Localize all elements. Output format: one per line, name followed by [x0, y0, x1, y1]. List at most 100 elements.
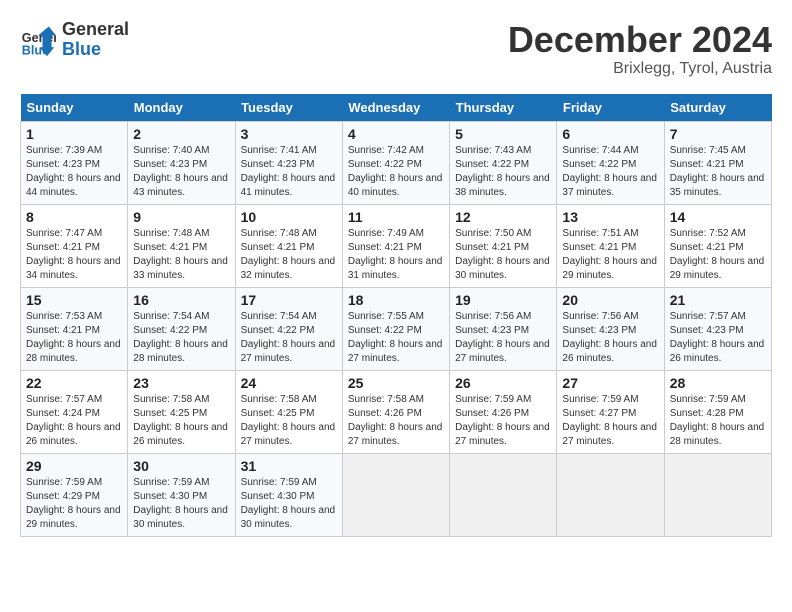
day-info: Sunrise: 7:59 AMSunset: 4:28 PMDaylight:… — [670, 393, 766, 449]
column-header-monday: Monday — [128, 94, 235, 122]
calendar-cell — [557, 453, 664, 536]
calendar-cell: 5 Sunrise: 7:43 AMSunset: 4:22 PMDaylight… — [450, 121, 557, 204]
day-number: 1 — [26, 126, 122, 142]
day-number: 6 — [562, 126, 658, 142]
location-subtitle: Brixlegg, Tyrol, Austria — [508, 60, 772, 78]
day-info: Sunrise: 7:41 AMSunset: 4:23 PMDaylight:… — [241, 144, 337, 200]
day-info: Sunrise: 7:59 AMSunset: 4:30 PMDaylight:… — [241, 476, 337, 532]
logo-line2: Blue — [62, 39, 101, 59]
month-title: December 2024 — [508, 20, 772, 60]
column-header-saturday: Saturday — [664, 94, 771, 122]
calendar-cell: 16Sunrise: 7:54 AMSunset: 4:22 PMDayligh… — [128, 287, 235, 370]
day-number: 24 — [241, 375, 337, 391]
day-info: Sunrise: 7:49 AMSunset: 4:21 PMDaylight:… — [348, 227, 444, 283]
day-info: Sunrise: 7:54 AMSunset: 4:22 PMDaylight:… — [133, 310, 229, 366]
day-number: 20 — [562, 292, 658, 308]
day-number: 22 — [26, 375, 122, 391]
day-info: Sunrise: 7:58 AMSunset: 4:25 PMDaylight:… — [241, 393, 337, 449]
day-info: Sunrise: 7:56 AMSunset: 4:23 PMDaylight:… — [455, 310, 551, 366]
day-info: Sunrise: 7:39 AMSunset: 4:23 PMDaylight:… — [26, 144, 122, 200]
day-number: 15 — [26, 292, 122, 308]
day-info: Sunrise: 7:40 AMSunset: 4:23 PMDaylight:… — [133, 144, 229, 200]
day-info: Sunrise: 7:57 AMSunset: 4:24 PMDaylight:… — [26, 393, 122, 449]
day-info: Sunrise: 7:45 AMSunset: 4:21 PMDaylight:… — [670, 144, 766, 200]
calendar-cell — [450, 453, 557, 536]
calendar-cell — [342, 453, 449, 536]
calendar-cell: 20Sunrise: 7:56 AMSunset: 4:23 PMDayligh… — [557, 287, 664, 370]
day-info: Sunrise: 7:54 AMSunset: 4:22 PMDaylight:… — [241, 310, 337, 366]
calendar-cell: 28 Sunrise: 7:59 AMSunset: 4:28 PMDayligh… — [664, 370, 771, 453]
day-number: 26 — [455, 375, 551, 391]
day-number: 5 — [455, 126, 551, 142]
day-number: 9 — [133, 209, 229, 225]
calendar-cell: 26 Sunrise: 7:59 AMSunset: 4:26 PMDayligh… — [450, 370, 557, 453]
day-info: Sunrise: 7:42 AMSunset: 4:22 PMDaylight:… — [348, 144, 444, 200]
logo: General Blue General Blue — [20, 20, 129, 60]
calendar-cell: 21 Sunrise: 7:57 AMSunset: 4:23 PMDayligh… — [664, 287, 771, 370]
day-info: Sunrise: 7:44 AMSunset: 4:22 PMDaylight:… — [562, 144, 658, 200]
day-number: 30 — [133, 458, 229, 474]
day-number: 2 — [133, 126, 229, 142]
day-number: 28 — [670, 375, 766, 391]
day-number: 19 — [455, 292, 551, 308]
calendar-cell: 22 Sunrise: 7:57 AMSunset: 4:24 PMDayligh… — [21, 370, 128, 453]
calendar-cell — [664, 453, 771, 536]
day-info: Sunrise: 7:48 AMSunset: 4:21 PMDaylight:… — [133, 227, 229, 283]
calendar-cell: 11 Sunrise: 7:49 AMSunset: 4:21 PMDayligh… — [342, 204, 449, 287]
day-info: Sunrise: 7:59 AMSunset: 4:30 PMDaylight:… — [133, 476, 229, 532]
day-number: 12 — [455, 209, 551, 225]
day-number: 18 — [348, 292, 444, 308]
calendar-cell: 2 Sunrise: 7:40 AMSunset: 4:23 PMDaylight… — [128, 121, 235, 204]
day-number: 21 — [670, 292, 766, 308]
day-info: Sunrise: 7:51 AMSunset: 4:21 PMDaylight:… — [562, 227, 658, 283]
calendar-cell: 8Sunrise: 7:47 AMSunset: 4:21 PMDaylight… — [21, 204, 128, 287]
calendar-cell: 1 Sunrise: 7:39 AMSunset: 4:23 PMDaylight… — [21, 121, 128, 204]
day-number: 23 — [133, 375, 229, 391]
day-info: Sunrise: 7:52 AMSunset: 4:21 PMDaylight:… — [670, 227, 766, 283]
calendar-week-row: 15 Sunrise: 7:53 AMSunset: 4:21 PMDayligh… — [21, 287, 772, 370]
day-info: Sunrise: 7:43 AMSunset: 4:22 PMDaylight:… — [455, 144, 551, 200]
calendar-cell: 13Sunrise: 7:51 AMSunset: 4:21 PMDayligh… — [557, 204, 664, 287]
calendar-week-row: 22 Sunrise: 7:57 AMSunset: 4:24 PMDayligh… — [21, 370, 772, 453]
column-header-tuesday: Tuesday — [235, 94, 342, 122]
calendar-week-row: 8Sunrise: 7:47 AMSunset: 4:21 PMDaylight… — [21, 204, 772, 287]
calendar-cell: 29Sunrise: 7:59 AMSunset: 4:29 PMDayligh… — [21, 453, 128, 536]
day-info: Sunrise: 7:48 AMSunset: 4:21 PMDaylight:… — [241, 227, 337, 283]
column-header-sunday: Sunday — [21, 94, 128, 122]
logo-text: General Blue — [62, 20, 129, 60]
header: General Blue General Blue December 2024 … — [20, 20, 772, 78]
calendar-cell: 24 Sunrise: 7:58 AMSunset: 4:25 PMDayligh… — [235, 370, 342, 453]
day-number: 14 — [670, 209, 766, 225]
calendar-cell: 9 Sunrise: 7:48 AMSunset: 4:21 PMDaylight… — [128, 204, 235, 287]
calendar-cell: 15 Sunrise: 7:53 AMSunset: 4:21 PMDayligh… — [21, 287, 128, 370]
day-number: 17 — [241, 292, 337, 308]
day-number: 4 — [348, 126, 444, 142]
calendar-cell: 31 Sunrise: 7:59 AMSunset: 4:30 PMDayligh… — [235, 453, 342, 536]
column-header-wednesday: Wednesday — [342, 94, 449, 122]
day-info: Sunrise: 7:59 AMSunset: 4:27 PMDaylight:… — [562, 393, 658, 449]
logo-line1: General — [62, 20, 129, 40]
calendar-cell: 17 Sunrise: 7:54 AMSunset: 4:22 PMDayligh… — [235, 287, 342, 370]
calendar-cell: 18 Sunrise: 7:55 AMSunset: 4:22 PMDayligh… — [342, 287, 449, 370]
calendar-cell: 10 Sunrise: 7:48 AMSunset: 4:21 PMDayligh… — [235, 204, 342, 287]
calendar-cell: 30 Sunrise: 7:59 AMSunset: 4:30 PMDayligh… — [128, 453, 235, 536]
day-info: Sunrise: 7:58 AMSunset: 4:25 PMDaylight:… — [133, 393, 229, 449]
day-number: 31 — [241, 458, 337, 474]
title-area: December 2024 Brixlegg, Tyrol, Austria — [508, 20, 772, 78]
day-info: Sunrise: 7:53 AMSunset: 4:21 PMDaylight:… — [26, 310, 122, 366]
day-info: Sunrise: 7:58 AMSunset: 4:26 PMDaylight:… — [348, 393, 444, 449]
day-info: Sunrise: 7:59 AMSunset: 4:26 PMDaylight:… — [455, 393, 551, 449]
day-number: 10 — [241, 209, 337, 225]
day-info: Sunrise: 7:55 AMSunset: 4:22 PMDaylight:… — [348, 310, 444, 366]
day-info: Sunrise: 7:57 AMSunset: 4:23 PMDaylight:… — [670, 310, 766, 366]
column-header-friday: Friday — [557, 94, 664, 122]
day-info: Sunrise: 7:59 AMSunset: 4:29 PMDaylight:… — [26, 476, 122, 532]
calendar-week-row: 1 Sunrise: 7:39 AMSunset: 4:23 PMDaylight… — [21, 121, 772, 204]
calendar-header-row: SundayMondayTuesdayWednesdayThursdayFrid… — [21, 94, 772, 122]
day-info: Sunrise: 7:50 AMSunset: 4:21 PMDaylight:… — [455, 227, 551, 283]
calendar-cell: 23 Sunrise: 7:58 AMSunset: 4:25 PMDayligh… — [128, 370, 235, 453]
calendar-cell: 7Sunrise: 7:45 AMSunset: 4:21 PMDaylight… — [664, 121, 771, 204]
calendar-cell: 25Sunrise: 7:58 AMSunset: 4:26 PMDayligh… — [342, 370, 449, 453]
day-number: 11 — [348, 209, 444, 225]
day-number: 3 — [241, 126, 337, 142]
